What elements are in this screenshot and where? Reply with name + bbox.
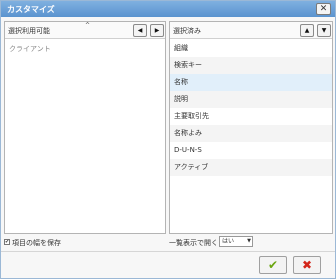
selected-panel-title: 選択済み <box>173 27 201 35</box>
available-list-item[interactable]: クライアント <box>9 44 51 54</box>
sort-caret-icon[interactable]: ^ <box>85 22 90 29</box>
open-list-select-value: はい <box>222 238 235 245</box>
selected-list-item[interactable]: 組織 <box>170 40 332 57</box>
save-width-label: 項目の幅を保存 <box>12 239 61 247</box>
move-left-button[interactable]: ◀ <box>133 24 147 37</box>
chevron-down-icon: ▼ <box>247 238 251 244</box>
move-up-button[interactable]: ▲ <box>300 24 314 37</box>
dialog-title: カスタマイズ <box>7 5 55 14</box>
cancel-button[interactable]: ✖ <box>293 256 321 274</box>
close-button[interactable]: ✕ <box>316 3 331 15</box>
open-list-select[interactable]: はい ▼ <box>219 236 253 247</box>
selected-panel-header: 選択済み ▲ ▼ <box>170 22 332 39</box>
ok-button[interactable]: ✔ <box>259 256 287 274</box>
selected-list-item[interactable]: 検索キー <box>170 57 332 74</box>
dialog-titlebar: カスタマイズ ✕ <box>1 1 335 17</box>
available-panel-header: 選択利用可能 ^ ◀ ▶ <box>5 22 165 39</box>
selected-list-item[interactable]: 名称よみ <box>170 125 332 142</box>
available-panel: 選択利用可能 ^ ◀ ▶ クライアント <box>4 21 166 234</box>
move-down-button[interactable]: ▼ <box>317 24 331 37</box>
selected-list-item[interactable]: 主要取引先 <box>170 108 332 125</box>
selected-list: 組織 検索キー 名称 説明 主要取引先 名称よみ D-U-N-S アクティブ <box>170 40 332 176</box>
customize-dialog: カスタマイズ ✕ 選択利用可能 ^ ◀ ▶ クライアント 選択済み ▲ ▼ 組織… <box>0 0 336 279</box>
save-width-checkbox[interactable]: ✔ <box>4 239 10 245</box>
open-list-label: 一覧表示で開く <box>169 239 218 247</box>
selected-list-item[interactable]: 名称 <box>170 74 332 91</box>
selected-list-item[interactable]: D-U-N-S <box>170 142 332 159</box>
selected-panel: 選択済み ▲ ▼ 組織 検索キー 名称 説明 主要取引先 名称よみ D-U-N-… <box>169 21 333 234</box>
move-right-button[interactable]: ▶ <box>150 24 164 37</box>
selected-list-item[interactable]: アクティブ <box>170 159 332 176</box>
footer-divider <box>1 251 335 252</box>
available-panel-title: 選択利用可能 <box>8 27 50 35</box>
selected-list-item[interactable]: 説明 <box>170 91 332 108</box>
